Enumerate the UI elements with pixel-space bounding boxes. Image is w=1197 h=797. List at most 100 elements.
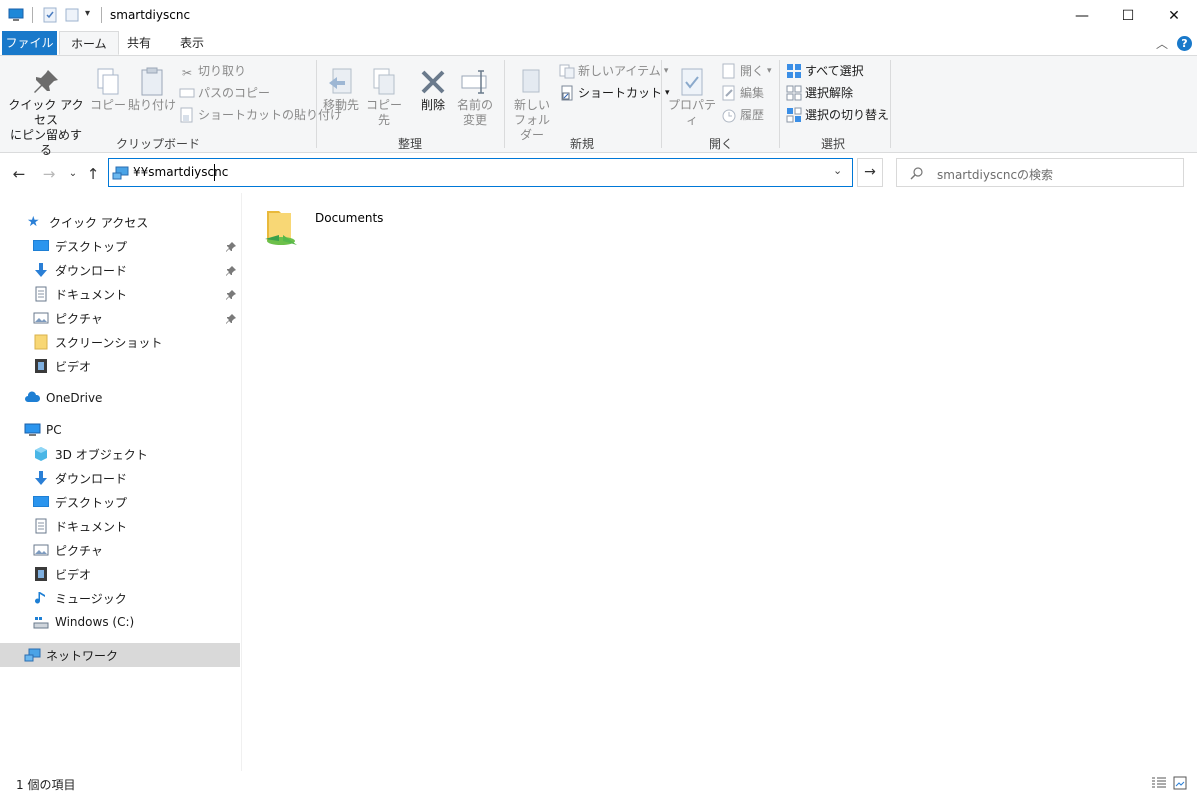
edit-label: 編集 [740,86,765,100]
forward-button[interactable]: → [40,165,58,183]
shortcut-icon [561,85,573,101]
copy-to-button[interactable]: コピー先 [363,66,405,128]
nav-pc-pictures[interactable]: ピクチャ [0,538,240,562]
paste-label: 貼り付け [128,98,177,112]
computer-icon[interactable] [8,7,24,23]
nav-pc-desktop[interactable]: デスクトップ [0,490,240,514]
properties-icon [681,68,703,96]
paste-shortcut-button[interactable]: ショートカットの貼り付け [179,105,342,125]
copy-button[interactable]: コピー [90,66,126,113]
new-item-button[interactable]: 新しいアイテム ▾ [559,61,668,81]
properties-button[interactable]: プロパティ [667,66,717,128]
delete-button[interactable]: 削除 [413,66,453,113]
select-all-label: すべて選択 [805,64,864,78]
nav-qa-screenshots[interactable]: スクリーンショット [0,330,240,354]
select-all-button[interactable]: すべて選択 [786,61,864,81]
pin-to-quick-access-button[interactable]: クイック アクセス にピン留めする [5,66,87,158]
drive-icon [33,614,50,630]
open-button[interactable]: 開く ▾ [721,61,772,81]
recent-locations-dropdown[interactable]: ⌄ [64,165,82,183]
window-title: smartdiyscnc [110,8,191,22]
copy-path-icon [179,88,195,98]
copy-path-label: パスのコピー [198,86,271,100]
nav-network[interactable]: ネットワーク [0,643,240,667]
quick-access-dropdown-icon[interactable]: ▾ [85,8,90,19]
close-icon: ✕ [1168,7,1180,24]
tab-home[interactable]: ホーム [59,31,119,55]
pin-icon[interactable] [226,290,236,300]
nav-pc-music[interactable]: ミュージック [0,586,240,610]
cut-button[interactable]: ✂ 切り取り [179,61,246,81]
address-dropdown-icon[interactable]: ⌄ [833,164,842,177]
edit-icon [722,85,735,101]
nav-label: デスクトップ [55,495,128,510]
maximize-button[interactable]: ☐ [1105,0,1151,31]
group-separator [890,60,891,148]
edit-button[interactable]: 編集 [721,83,764,103]
ribbon-collapse-icon[interactable]: ︿ [1156,35,1168,52]
file-list: Documents [243,193,1197,771]
help-icon[interactable]: ? [1177,36,1192,51]
invert-selection-label: 選択の切り替え [805,108,890,122]
nav-pc-downloads[interactable]: ダウンロード [0,466,240,490]
navigation-bar: ← → ⌄ ↑ ¥¥smartdiyscnc ⌄ → smartdiyscncの… [0,153,1197,193]
copy-label: コピー [90,98,127,112]
star-icon: ★ [27,214,40,230]
nav-pc-videos[interactable]: ビデオ [0,562,240,586]
nav-pc[interactable]: PC [0,418,240,442]
go-button[interactable]: → [857,158,883,187]
nav-qa-pictures[interactable]: ピクチャ [0,306,240,330]
paste-shortcut-icon [180,107,193,123]
pin-label-1: クイック アクセス [8,98,84,127]
address-bar[interactable]: ¥¥smartdiyscnc ⌄ [108,158,853,187]
new-folder-button[interactable]: 新しい フォルダー [509,66,555,143]
tab-view[interactable]: 表示 [169,31,215,55]
move-to-label: 移動先 [322,98,359,112]
desktop-icon [33,494,50,510]
search-placeholder: smartdiyscncの検索 [937,168,1054,182]
history-button[interactable]: 履歴 [721,105,764,125]
pin-icon[interactable] [226,242,236,252]
details-view-icon[interactable] [1152,777,1166,789]
copy-path-button[interactable]: パスのコピー [179,83,270,103]
paste-button[interactable]: 貼り付け [128,66,176,113]
large-icons-view-icon[interactable] [1173,776,1187,790]
nav-qa-videos[interactable]: ビデオ [0,354,240,378]
minimize-button[interactable]: — [1059,0,1105,31]
nav-pc-3d-objects[interactable]: 3D オブジェクト [0,442,240,466]
select-none-label: 選択解除 [805,86,854,100]
nav-qa-desktop[interactable]: デスクトップ [0,234,240,258]
tab-share[interactable]: 共有 [116,31,162,55]
properties-check-icon[interactable] [42,7,58,23]
move-to-button[interactable]: 移動先 [320,66,362,113]
new-item-label: 新しいアイテム [578,64,661,78]
search-box[interactable]: smartdiyscncの検索 [896,158,1184,187]
nav-onedrive[interactable]: OneDrive [0,386,240,410]
pin-icon[interactable] [226,266,236,276]
nav-pc-documents[interactable]: ドキュメント [0,514,240,538]
list-item[interactable]: Documents [261,201,421,249]
shortcut-button[interactable]: ショートカット ▾ [559,83,670,103]
rename-button[interactable]: 名前の 変更 [454,66,496,128]
new-folder-quick-icon[interactable] [64,7,80,23]
up-button[interactable]: ↑ [84,165,102,183]
open-group-label: 開く [708,137,733,151]
nav-qa-downloads[interactable]: ダウンロード [0,258,240,282]
nav-pc-windows-c[interactable]: Windows (C:) [0,610,240,634]
select-all-icon [787,64,801,78]
close-button[interactable]: ✕ [1151,0,1197,31]
pin-icon[interactable] [226,314,236,324]
nav-quick-access[interactable]: ★ クイック アクセス [0,210,240,234]
tab-file[interactable]: ファイル [2,31,57,55]
invert-selection-button[interactable]: 選択の切り替え [786,105,889,125]
nav-label: PC [46,423,62,437]
computer-icon [24,422,41,438]
music-icon [33,590,50,606]
back-button[interactable]: ← [10,165,28,183]
file-explorer-window: ▾ smartdiyscnc — ☐ ✕ ファイル ホーム 共有 表示 ︿ ? … [0,0,1197,797]
nav-label: ドキュメント [55,287,128,302]
nav-label: ダウンロード [55,471,128,486]
picture-icon [33,310,50,326]
select-none-button[interactable]: 選択解除 [786,83,853,103]
nav-qa-documents[interactable]: ドキュメント [0,282,240,306]
